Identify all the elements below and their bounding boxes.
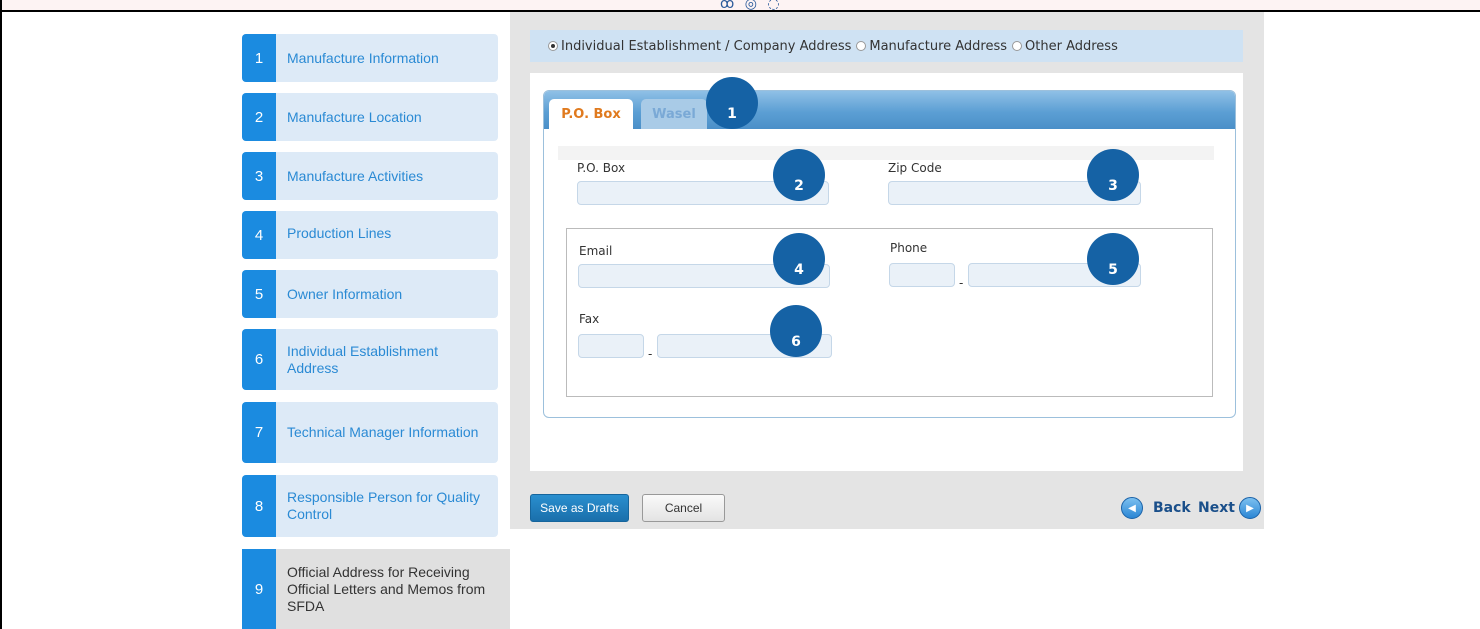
fax-code-input[interactable] — [578, 334, 644, 358]
marker-2: 2 — [773, 149, 825, 201]
save-as-drafts-button[interactable]: Save as Drafts — [530, 494, 629, 522]
sidebar-item-label: Manufacture Activities — [287, 167, 424, 184]
zip-code-label: Zip Code — [888, 161, 942, 175]
step-number: 6 — [242, 329, 276, 390]
sidebar-item-label: Manufacture Location — [287, 108, 422, 125]
sidebar-item-technical-manager-information[interactable]: 7 Technical Manager Information — [242, 402, 498, 463]
tab-po-box[interactable]: P.O. Box — [549, 99, 633, 129]
sidebar-item-manufacture-location[interactable]: 2 Manufacture Location — [242, 93, 498, 141]
radio-label: Manufacture Address — [869, 38, 1008, 54]
tab-wasel[interactable]: Wasel — [641, 99, 707, 129]
step-number: 2 — [242, 93, 276, 141]
sidebar-item-production-lines[interactable]: 4 Production Lines — [242, 211, 498, 259]
cancel-button[interactable]: Cancel — [642, 494, 725, 522]
fax-label: Fax — [579, 312, 600, 326]
sidebar-item-responsible-person-quality-control[interactable]: 8 Responsible Person for Quality Control — [242, 475, 498, 537]
step-number: 9 — [242, 549, 276, 629]
radio-manufacture-address[interactable]: Manufacture Address — [856, 39, 1007, 54]
marker-6: 6 — [770, 305, 822, 357]
radio-other-address[interactable]: Other Address — [1012, 39, 1118, 54]
marker-1: 1 — [706, 77, 758, 129]
email-label: Email — [579, 244, 613, 258]
sidebar-item-label: Official Address for Receiving Official … — [287, 563, 486, 614]
sidebar-item-label: Manufacture Information — [287, 49, 439, 66]
marker-5: 5 — [1087, 233, 1139, 285]
back-label: Back — [1153, 500, 1191, 516]
address-tabs: P.O. Box Wasel P.O. Box Zip Code Email P… — [543, 77, 1236, 418]
step-number: 7 — [242, 402, 276, 463]
sidebar-item-owner-information[interactable]: 5 Owner Information — [242, 270, 498, 318]
phone-separator: - — [959, 276, 964, 290]
tab-strip: P.O. Box Wasel — [544, 91, 1235, 129]
left-border — [0, 0, 2, 629]
form-container: P.O. Box Wasel P.O. Box Zip Code Email P… — [530, 73, 1243, 471]
radio-company-address[interactable]: Individual Establishment / Company Addre… — [548, 39, 851, 54]
sidebar-item-individual-establishment-address[interactable]: 6 Individual Establishment Address — [242, 329, 498, 390]
sidebar-item-manufacture-information[interactable]: 1 Manufacture Information — [242, 34, 498, 82]
sidebar-item-label: Owner Information — [287, 285, 403, 302]
phone-code-input[interactable] — [889, 263, 955, 287]
next-button[interactable]: Next ▶ — [1198, 494, 1261, 522]
step-number: 3 — [242, 152, 276, 200]
main-panel: Individual Establishment / Company Addre… — [510, 12, 1264, 529]
radio-label: Other Address — [1025, 38, 1118, 54]
po-box-label: P.O. Box — [577, 161, 626, 175]
radio-selected-icon[interactable] — [548, 41, 558, 51]
logo-icon: ꝏ ◎ ◌ — [720, 0, 783, 12]
next-label: Next — [1198, 500, 1235, 516]
top-banner: ꝏ ◎ ◌ — [0, 0, 1480, 12]
radio-unselected-icon[interactable] — [856, 41, 867, 51]
address-type-radio-group: Individual Establishment / Company Addre… — [530, 30, 1243, 62]
step-number: 1 — [242, 34, 276, 82]
step-number: 4 — [242, 211, 276, 259]
marker-3: 3 — [1087, 149, 1139, 201]
radio-unselected-icon[interactable] — [1012, 41, 1023, 51]
sidebar-item-label: Production Lines — [287, 225, 392, 241]
fax-separator: - — [648, 347, 653, 361]
sidebar-item-label: Individual Establishment Address — [287, 342, 438, 376]
marker-4: 4 — [773, 233, 825, 285]
wizard-steps-sidebar: 1 Manufacture Information 2 Manufacture … — [242, 12, 510, 629]
sidebar-item-label: Technical Manager Information — [287, 424, 479, 440]
step-number: 8 — [242, 475, 276, 537]
arrow-left-icon: ◀ — [1121, 497, 1143, 519]
step-number: 5 — [242, 270, 276, 318]
sidebar-item-manufacture-activities[interactable]: 3 Manufacture Activities — [242, 152, 498, 200]
arrow-right-icon: ▶ — [1238, 497, 1261, 519]
phone-label: Phone — [890, 241, 928, 255]
back-button[interactable]: ◀ Back — [1121, 494, 1191, 522]
sidebar-item-label: Responsible Person for Quality Control — [287, 489, 480, 522]
radio-label: Individual Establishment / Company Addre… — [561, 38, 852, 54]
sidebar-item-official-address[interactable]: 9 Official Address for Receiving Officia… — [242, 549, 510, 629]
